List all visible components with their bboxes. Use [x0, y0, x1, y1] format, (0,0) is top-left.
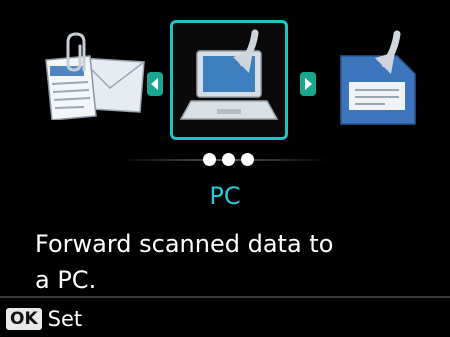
lcd-screen: PC Forward scanned data to a PC. OK Set [0, 0, 450, 337]
scroll-left-arrow[interactable] [147, 72, 163, 96]
page-dot [241, 153, 254, 166]
option-title: PC [209, 182, 241, 210]
envelope-attachment-icon [45, 32, 145, 121]
ok-button-key[interactable]: OK [6, 308, 42, 330]
page-dot [222, 153, 235, 166]
option-description: Forward scanned data to a PC. [35, 230, 334, 294]
email-destination-option[interactable] [40, 30, 148, 121]
ok-action-label: Set [47, 307, 83, 331]
memory-card-download-icon [340, 30, 416, 125]
destination-carousel [0, 0, 450, 160]
pc-destination-option[interactable] [170, 20, 288, 140]
footer-hint: OK Set [6, 305, 82, 333]
page-dot [203, 153, 216, 166]
laptop-download-icon [179, 29, 279, 120]
page-indicator [0, 150, 450, 170]
memory-card-destination-option[interactable] [323, 30, 423, 126]
chevron-right-icon [305, 78, 312, 90]
scroll-right-arrow[interactable] [300, 72, 316, 96]
chevron-left-icon [151, 78, 158, 90]
footer-divider [0, 296, 450, 298]
